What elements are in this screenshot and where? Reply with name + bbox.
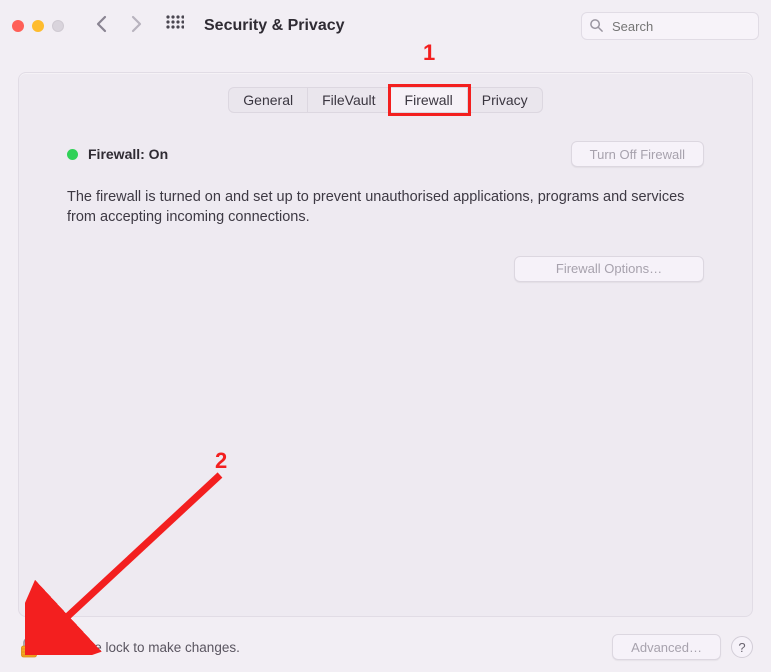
- bottom-bar: Click the lock to make changes. Advanced…: [0, 622, 771, 672]
- firewall-options-button[interactable]: Firewall Options…: [514, 256, 704, 282]
- annotation-2: 2: [215, 448, 227, 474]
- back-button[interactable]: [94, 14, 110, 39]
- tab-filevault[interactable]: FileVault: [308, 87, 390, 113]
- help-button[interactable]: ?: [731, 636, 753, 658]
- forward-button[interactable]: [128, 14, 144, 39]
- firewall-description: The firewall is turned on and set up to …: [67, 187, 704, 228]
- traffic-lights: [12, 20, 64, 32]
- search-icon: [589, 18, 604, 33]
- firewall-section: Firewall: On Turn Off Firewall The firew…: [19, 113, 752, 282]
- status-dot-icon: [67, 149, 78, 160]
- show-all-grid-icon[interactable]: [166, 15, 184, 38]
- nav-buttons: [94, 14, 144, 39]
- lock-icon[interactable]: [18, 636, 40, 658]
- tab-general[interactable]: General: [228, 87, 308, 113]
- tab-firewall[interactable]: Firewall: [391, 87, 468, 113]
- search-field[interactable]: [581, 12, 759, 40]
- firewall-status-row: Firewall: On Turn Off Firewall: [67, 141, 704, 167]
- advanced-button[interactable]: Advanced…: [612, 634, 721, 660]
- page-title: Security & Privacy: [204, 17, 345, 35]
- lock-hint-text: Click the lock to make changes.: [50, 640, 240, 655]
- preferences-panel: General FileVault Firewall Privacy Firew…: [18, 72, 753, 617]
- turn-off-firewall-button[interactable]: Turn Off Firewall: [571, 141, 704, 167]
- tab-privacy[interactable]: Privacy: [468, 87, 543, 113]
- window-toolbar: Security & Privacy: [0, 0, 771, 52]
- close-window-icon[interactable]: [12, 20, 24, 32]
- annotation-1: 1: [423, 40, 435, 66]
- minimize-window-icon[interactable]: [32, 20, 44, 32]
- zoom-window-icon: [52, 20, 64, 32]
- tabs-row: General FileVault Firewall Privacy: [19, 87, 752, 113]
- search-input[interactable]: [581, 12, 759, 40]
- firewall-status-label: Firewall: On: [88, 146, 168, 162]
